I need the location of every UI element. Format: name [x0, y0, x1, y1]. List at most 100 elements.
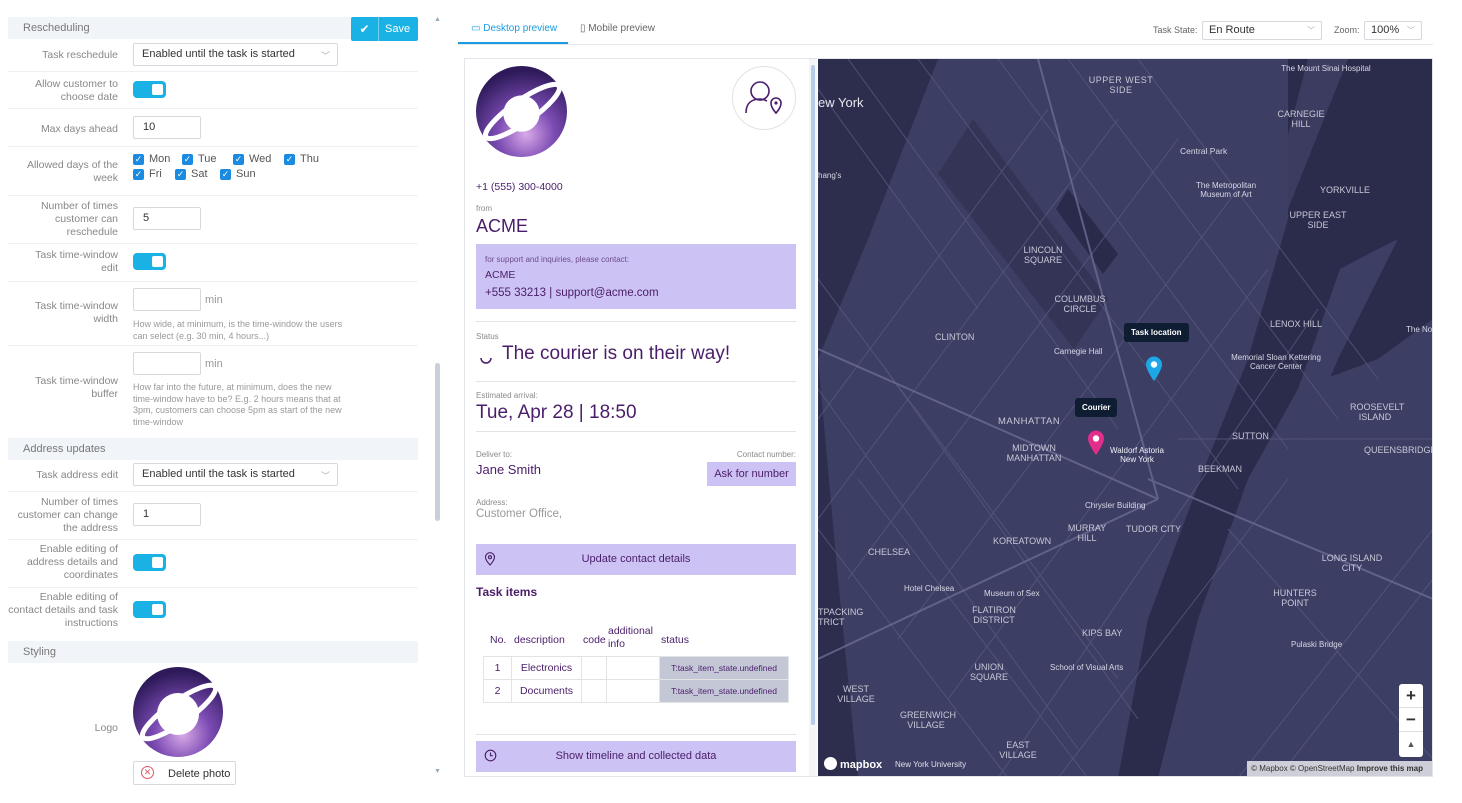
map-label: BEEKMAN	[1198, 464, 1243, 474]
tab-desktop-preview[interactable]: ▭ Desktop preview	[471, 23, 557, 34]
day-label: Sat	[191, 168, 208, 180]
task-state-value: En Route	[1209, 24, 1255, 36]
chevron-down-icon: ﹀	[320, 51, 330, 61]
time-window-buffer-input[interactable]	[133, 352, 201, 375]
chevron-down-icon: ﹀	[1407, 26, 1415, 35]
day-checkbox-tue[interactable]: ✓ Tue	[182, 153, 233, 165]
compass-icon[interactable]: ▲	[1399, 732, 1423, 757]
delete-photo-button[interactable]: ✕ Delete photo	[133, 761, 236, 785]
settings-panel: Rescheduling ✔ Save Task reschedule Enab…	[0, 0, 430, 803]
tab-mobile-preview[interactable]: ▯ Mobile preview	[580, 23, 655, 34]
update-contact-button[interactable]: Update contact details	[476, 544, 796, 575]
change-times-input[interactable]: 1	[133, 503, 201, 526]
divider	[476, 321, 796, 322]
day-checkbox-thu[interactable]: ✓ Thu	[284, 153, 319, 165]
checkbox-icon: ✓	[133, 168, 144, 180]
map-label: The No	[1406, 325, 1433, 334]
column-header: status	[661, 634, 690, 646]
scroll-up-icon[interactable]: ▲	[434, 16, 441, 23]
allow-customer-choose-toggle[interactable]	[133, 81, 166, 98]
support-intro: for support and inquiries, please contac…	[485, 255, 630, 264]
map-label: Chrysler Building	[1085, 501, 1146, 510]
support-contact[interactable]: +555 33213 | support@acme.com	[485, 287, 659, 299]
deliver-to-label: Deliver to:	[476, 450, 513, 459]
preview-frame: +1 (555) 300-4000 from ACME for support …	[464, 58, 1433, 777]
zoom-select[interactable]: 100% ﹀	[1364, 21, 1422, 40]
ask-for-number-button[interactable]: Ask for number	[707, 462, 796, 486]
divider	[476, 431, 796, 432]
map-label: Memorial Sloan Kettering Cancer Center	[1231, 353, 1321, 371]
section-title: Rescheduling	[23, 22, 90, 34]
courier-pin-icon[interactable]	[1087, 430, 1105, 456]
tracking-card: +1 (555) 300-4000 from ACME for support …	[465, 59, 817, 776]
map-label: HUNTERS POINT	[1273, 588, 1317, 608]
day-checkbox-wed[interactable]: ✓ Wed	[233, 153, 284, 165]
map-label: CHELSEA	[868, 547, 911, 557]
time-window-edit-toggle[interactable]	[133, 253, 166, 270]
mapbox-logo[interactable]: mapbox	[824, 757, 882, 773]
edit-address-toggle[interactable]	[133, 554, 166, 571]
zoom-in-button[interactable]: +	[1399, 684, 1423, 708]
task-location-pin-icon[interactable]	[1145, 356, 1163, 382]
day-checkbox-sat[interactable]: ✓ Sat	[175, 168, 220, 180]
task-address-edit-select[interactable]: Enabled until the task is started ﹀	[133, 463, 338, 486]
map-label: LINCOLN SQUARE	[1023, 245, 1063, 265]
attribution-text[interactable]: © Mapbox © OpenStreetMap	[1251, 764, 1354, 773]
map-view[interactable]: ew York UPPER WEST SIDE The Mount Sinai …	[818, 59, 1433, 776]
divider	[8, 195, 418, 196]
max-days-input[interactable]: 10	[133, 116, 201, 139]
reschedule-times-input[interactable]: 5	[133, 207, 201, 230]
day-label: Wed	[249, 153, 272, 165]
day-checkbox-sun[interactable]: ✓ Sun	[220, 168, 256, 180]
column-header: No.	[490, 634, 507, 646]
map-label: WEST VILLAGE	[837, 684, 875, 704]
time-window-width-unit: min	[205, 294, 223, 306]
map-label: Carnegie Hall	[1054, 347, 1103, 356]
zoom-out-button[interactable]: −	[1399, 708, 1423, 732]
support-box: for support and inquiries, please contac…	[476, 244, 796, 309]
card-scroll-thumb[interactable]	[811, 65, 815, 725]
tooltip-label: Task location	[1131, 328, 1182, 337]
mapbox-logo-text: mapbox	[840, 759, 883, 771]
allowed-days-checkboxes: ✓ Mon ✓ Tue ✓ Wed ✓ Thu ✓ Fri ✓ Sat ✓ Sun	[133, 153, 319, 180]
edit-contact-toggle[interactable]	[133, 601, 166, 618]
map-label: New York University	[895, 760, 967, 769]
close-circle-icon: ✕	[141, 766, 154, 779]
settings-scroll-thumb[interactable]	[435, 363, 440, 521]
show-timeline-button[interactable]: Show timeline and collected data	[476, 741, 796, 772]
table-header: No. description code additional info sta…	[483, 622, 789, 656]
scroll-down-icon[interactable]: ▼	[434, 768, 441, 775]
day-checkbox-fri[interactable]: ✓ Fri	[133, 168, 175, 180]
time-window-width-input[interactable]	[133, 288, 201, 311]
checkbox-icon: ✓	[233, 153, 244, 165]
checkbox-icon: ✓	[220, 168, 231, 180]
map-label: Waldorf Astoria New York	[1110, 446, 1164, 464]
improve-map-link[interactable]: Improve this map	[1357, 764, 1423, 773]
time-window-buffer-hint: How far into the future, at minimum, doe…	[133, 382, 342, 427]
item-code	[581, 679, 607, 703]
checkbox-icon: ✓	[175, 168, 186, 180]
company-phone: +1 (555) 300-4000	[476, 181, 563, 193]
eta-value: Tue, Apr 28 | 18:50	[476, 402, 637, 423]
item-description: Electronics	[511, 656, 582, 680]
day-checkbox-mon[interactable]: ✓ Mon	[133, 153, 182, 165]
divider	[476, 381, 796, 382]
map-label: COLUMBUS CIRCLE	[1054, 294, 1106, 314]
map-label: MANHATTAN	[998, 416, 1061, 427]
tab-divider	[458, 44, 1433, 45]
save-button[interactable]: ✔ Save	[351, 17, 418, 41]
time-window-buffer-unit: min	[205, 358, 223, 370]
task-state-select[interactable]: En Route ﹀	[1202, 21, 1322, 40]
map-label: Pulaski Bridge	[1291, 640, 1343, 649]
task-address-edit-value: Enabled until the task is started	[142, 468, 295, 480]
task-reschedule-select[interactable]: Enabled until the task is started ﹀	[133, 43, 338, 66]
item-code	[581, 656, 607, 680]
tooltip-label: Courier	[1082, 403, 1111, 412]
map-label: UPPER EAST SIDE	[1289, 210, 1347, 230]
planet-logo-icon	[476, 66, 567, 157]
checkbox-icon: ✓	[133, 153, 144, 165]
edit-address-label: Enable editing of address details and co…	[26, 543, 118, 581]
time-window-buffer-label: Task time-window buffer	[35, 375, 118, 400]
courier-tooltip: Courier	[1075, 398, 1118, 417]
address-value: Customer Office,	[476, 508, 563, 520]
